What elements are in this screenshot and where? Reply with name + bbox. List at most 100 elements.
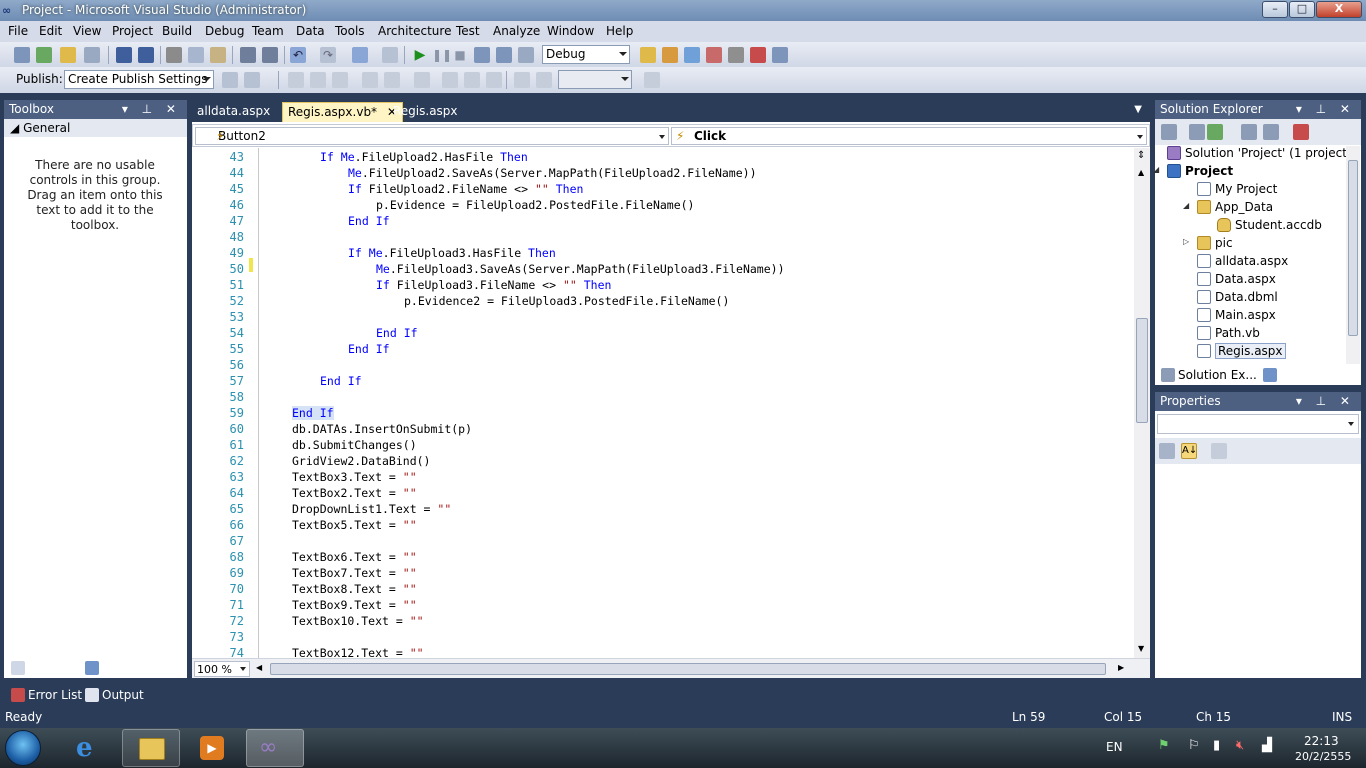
pin-icon[interactable]: ▾ ⊥ ✕ <box>1296 100 1355 118</box>
zoom-out-icon[interactable] <box>536 72 552 88</box>
new-project-icon[interactable] <box>14 47 30 63</box>
vertical-scrollbar[interactable]: ⇕ ▲ ▼ <box>1134 148 1150 658</box>
menu-view[interactable]: View <box>73 24 101 38</box>
tree-item[interactable]: Regis.aspx <box>1197 343 1286 359</box>
pin-icon[interactable]: ▾ ⊥ ✕ <box>122 100 181 118</box>
clear-format-icon[interactable] <box>414 72 430 88</box>
output-tab[interactable]: Output <box>82 685 144 705</box>
solution-explorer-tab[interactable]: Solution Ex... <box>1158 365 1257 385</box>
tree-item[interactable]: Solution 'Project' (1 project) <box>1167 146 1352 160</box>
tree-item[interactable]: Main.aspx <box>1197 308 1276 322</box>
toolbox-tab[interactable]: Toolbox <box>8 658 73 678</box>
class-name-combo[interactable]: ⚡ Button2 <box>195 127 669 145</box>
font-size-icon[interactable] <box>464 72 480 88</box>
publish-settings-icon[interactable] <box>244 72 260 88</box>
tree-item[interactable]: ▷ pic <box>1183 236 1233 250</box>
code-line[interactable]: Me.FileUpload3.SaveAs(Server.MapPath(Fil… <box>376 262 785 276</box>
split-icon[interactable]: ⇕ <box>1137 150 1145 161</box>
sort-desc-icon[interactable] <box>332 72 348 88</box>
flag-icon[interactable]: ⚐ <box>1188 738 1200 753</box>
property-pages-icon[interactable] <box>1211 443 1227 459</box>
scroll-thumb[interactable] <box>1136 318 1148 423</box>
step-over-icon[interactable] <box>496 47 512 63</box>
network-icon[interactable]: ▟ <box>1262 738 1272 753</box>
scroll-right-icon[interactable]: ▶ <box>1118 663 1124 672</box>
tree-item[interactable]: ◢ Project <box>1153 164 1233 178</box>
menu-team[interactable]: Team <box>252 24 284 38</box>
menu-debug[interactable]: Debug <box>205 24 244 38</box>
ungroup-icon[interactable] <box>384 72 400 88</box>
format-icon[interactable] <box>288 72 304 88</box>
scroll-down-icon[interactable]: ▼ <box>1138 644 1144 653</box>
open-file-icon[interactable] <box>60 47 76 63</box>
menu-file[interactable]: File <box>8 24 28 38</box>
menu-help[interactable]: Help <box>606 24 633 38</box>
code-line[interactable]: If Me.FileUpload3.HasFile Then <box>348 246 556 260</box>
code-line[interactable]: If FileUpload3.FileName <> "" Then <box>376 278 611 292</box>
tab-alldata-aspx[interactable]: alldata.aspx <box>192 102 275 122</box>
pause-icon[interactable]: ❚❚ <box>432 47 452 63</box>
code-line[interactable]: db.SubmitChanges() <box>292 438 417 452</box>
volume-muted-icon[interactable]: 🔇︎ <box>1236 738 1244 753</box>
language-indicator[interactable]: EN <box>1106 740 1123 754</box>
menu-data[interactable]: Data <box>296 24 325 38</box>
media-player-icon[interactable]: ▶ <box>182 729 240 767</box>
stop-icon[interactable]: ■ <box>452 47 468 63</box>
navigate-forward-icon[interactable] <box>382 47 398 63</box>
code-line[interactable]: Me.FileUpload2.SaveAs(Server.MapPath(Fil… <box>348 166 757 180</box>
toolbox-group-general[interactable]: ◢ General <box>4 119 187 137</box>
code-line[interactable]: If Me.FileUpload2.HasFile Then <box>320 150 528 164</box>
tab-overflow-icon[interactable]: ▼ <box>1134 104 1142 115</box>
code-line[interactable]: TextBox8.Text = "" <box>292 582 417 596</box>
sort-asc-icon[interactable] <box>310 72 326 88</box>
view-code-icon[interactable] <box>1241 124 1257 140</box>
extension-manager-icon[interactable] <box>728 47 744 63</box>
tree-item[interactable]: Path.vb <box>1197 326 1260 340</box>
view-designer-icon[interactable] <box>1263 124 1279 140</box>
add-item-icon[interactable] <box>36 47 52 63</box>
menu-architecture[interactable]: Architecture <box>378 24 451 38</box>
zoom-in-icon[interactable] <box>514 72 530 88</box>
code-line[interactable]: TextBox5.Text = "" <box>292 518 417 532</box>
team-explorer-tab[interactable]: Team Explo... <box>1260 365 1360 385</box>
copy-website-icon[interactable] <box>1293 124 1309 140</box>
code-line[interactable]: p.Evidence2 = FileUpload3.PostedFile.Fil… <box>404 294 729 308</box>
code-line[interactable]: DropDownList1.Text = "" <box>292 502 451 516</box>
code-line[interactable]: TextBox9.Text = "" <box>292 598 417 612</box>
step-out-icon[interactable] <box>518 47 534 63</box>
zoom-combo[interactable] <box>558 70 632 89</box>
toolbox-icon[interactable] <box>706 47 722 63</box>
menu-build[interactable]: Build <box>162 24 192 38</box>
expander-icon[interactable]: ▷ <box>1183 237 1189 246</box>
internet-explorer-icon[interactable]: e <box>62 729 120 767</box>
show-all-files-icon[interactable] <box>1189 124 1205 140</box>
save-all-icon[interactable] <box>138 47 154 63</box>
visual-studio-taskbar-icon[interactable]: ∞ <box>246 729 304 767</box>
tab-regis-aspx[interactable]: Regis.aspx <box>388 102 463 122</box>
code-line[interactable]: End If <box>376 326 418 340</box>
start-button[interactable] <box>5 730 41 766</box>
tree-item[interactable]: Data.dbml <box>1197 290 1278 304</box>
code-line[interactable]: End If <box>348 342 390 356</box>
code-line[interactable]: TextBox10.Text = "" <box>292 614 424 628</box>
explorer-taskbar-icon[interactable] <box>122 729 180 767</box>
alphabetical-icon[interactable]: A↓ <box>1181 443 1197 459</box>
paste-icon[interactable] <box>210 47 226 63</box>
redo-icon[interactable]: ↷ <box>320 47 336 63</box>
command-window-icon[interactable] <box>772 47 788 63</box>
tree-scrollbar[interactable] <box>1346 146 1360 364</box>
code-line[interactable]: End If <box>292 406 334 420</box>
menu-test[interactable]: Test <box>456 24 480 38</box>
maximize-button[interactable]: □ <box>1289 1 1315 18</box>
save-icon[interactable] <box>116 47 132 63</box>
cut-icon[interactable] <box>166 47 182 63</box>
properties-icon[interactable] <box>1161 124 1177 140</box>
zoom-level-combo[interactable]: 100 % <box>194 661 250 677</box>
find-in-files-icon[interactable] <box>640 47 656 63</box>
battery-icon[interactable]: ▮ <box>1213 738 1220 753</box>
refresh-icon[interactable] <box>1207 124 1223 140</box>
menu-analyze[interactable]: Analyze <box>493 24 540 38</box>
code-line[interactable]: TextBox3.Text = "" <box>292 470 417 484</box>
code-line[interactable]: TextBox7.Text = "" <box>292 566 417 580</box>
add-existing-icon[interactable] <box>84 47 100 63</box>
